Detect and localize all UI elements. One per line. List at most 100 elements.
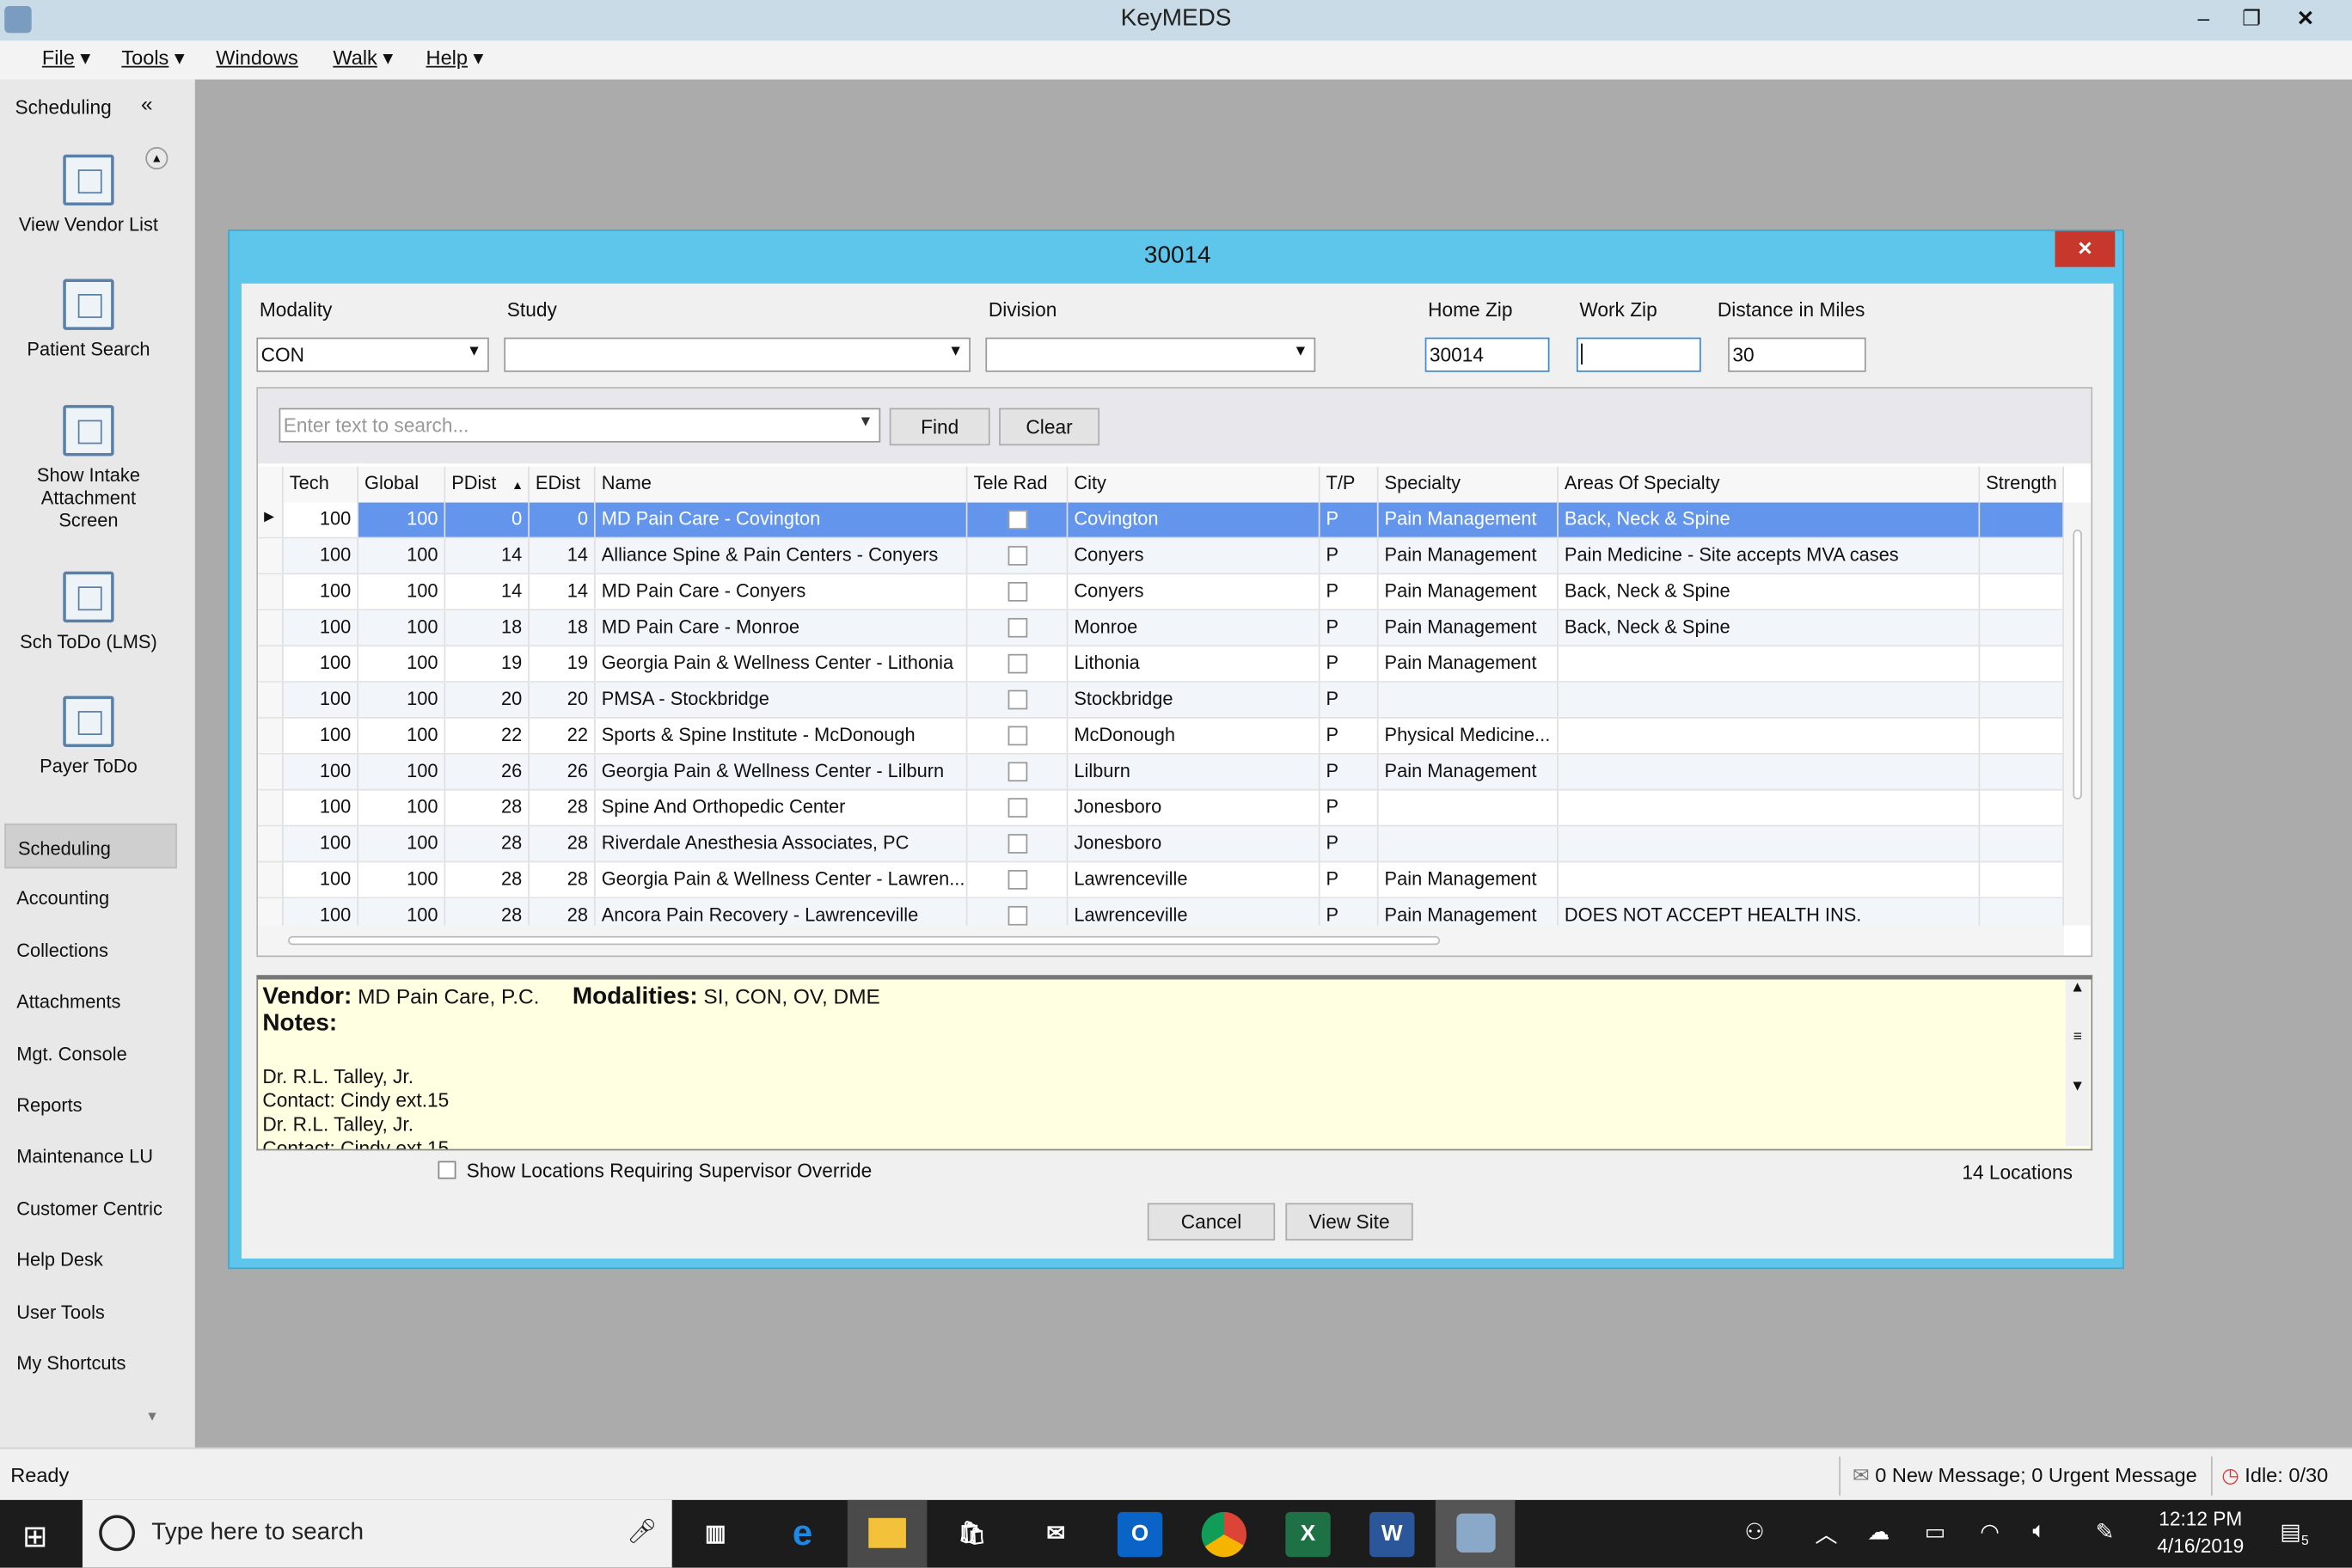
nav-help-desk[interactable]: Help Desk <box>4 1236 177 1281</box>
table-row[interactable]: 100 100 20 20 PMSA - Stockbridge Stockbridge P <box>258 682 2064 719</box>
row-selector[interactable] <box>258 646 284 682</box>
volume-icon[interactable]: 🔈︎ <box>2032 1518 2046 1544</box>
table-row[interactable]: 100 100 22 22 Sports & Spine Institute - McD… <box>258 718 2064 755</box>
table-row[interactable]: 100 100 28 28 Riverdale Anesthesia Associate… <box>258 826 2064 863</box>
nav-customer-centric[interactable]: Customer Centric <box>4 1185 177 1229</box>
collapse-sidebar-icon[interactable]: « <box>141 91 153 115</box>
action-center-icon[interactable]: ▤5 <box>2280 1518 2309 1548</box>
study-select[interactable]: ▼ <box>504 337 971 372</box>
override-checkbox[interactable] <box>438 1161 456 1179</box>
tele-rad-checkbox[interactable] <box>1007 546 1027 566</box>
row-selector[interactable] <box>258 826 284 861</box>
notes-scrollbar[interactable]: ▲ ≡ ▼ <box>2065 979 2090 1147</box>
taskbar-search-box[interactable]: Type here to search 🎤︎ <box>82 1499 672 1568</box>
tele-rad-checkbox[interactable] <box>1007 870 1027 890</box>
column-header-strength[interactable]: Strength <box>1980 466 2064 503</box>
tele-rad-checkbox[interactable] <box>1007 762 1027 782</box>
table-row[interactable]: 100 100 18 18 MD Pain Care - Monroe Monroe P Pa… <box>258 610 2064 647</box>
modality-select[interactable]: CON ▼ <box>256 337 489 372</box>
menu-file[interactable]: File ▾ <box>42 46 90 70</box>
row-selector[interactable] <box>258 790 284 825</box>
column-header-tech[interactable]: Tech <box>283 466 359 503</box>
column-header-edist[interactable]: EDist <box>529 466 596 503</box>
nav-scheduling[interactable]: Scheduling <box>4 823 177 869</box>
column-header-name[interactable]: Name <box>595 466 968 503</box>
distance-input[interactable]: 30 <box>1728 337 1866 372</box>
task-view-icon[interactable]: ▥ <box>693 1512 738 1557</box>
work-zip-input[interactable] <box>1576 337 1701 372</box>
table-row[interactable]: 100 100 28 28 Spine And Orthopedic Center Jon… <box>258 790 2064 827</box>
pen-icon[interactable]: ✎ <box>2096 1518 2115 1546</box>
close-button[interactable]: ✕ <box>2280 0 2331 36</box>
restore-button[interactable]: ❐ <box>2226 0 2276 36</box>
messages-status[interactable]: ✉ 0 New Message; 0 Urgent Message <box>1839 1456 2208 1496</box>
column-header-specialty[interactable]: Specialty <box>1378 466 1559 503</box>
clear-button[interactable]: Clear <box>999 407 1100 446</box>
tele-rad-checkbox[interactable] <box>1007 834 1027 854</box>
file-explorer-app[interactable] <box>847 1499 928 1568</box>
tele-rad-checkbox[interactable] <box>1007 510 1027 530</box>
table-row[interactable]: 100 100 14 14 MD Pain Care - Conyers Conyers P… <box>258 574 2064 611</box>
column-header-t-p[interactable]: T/P <box>1320 466 1379 503</box>
column-header-areas-of-specialty[interactable]: Areas Of Specialty <box>1558 466 1981 503</box>
row-selector[interactable]: ▶ <box>258 502 284 537</box>
outlook-icon[interactable]: O <box>1117 1511 1163 1558</box>
table-row[interactable]: 100 100 28 28 Georgia Pain & Wellness Center… <box>258 862 2064 899</box>
nav-user-tools[interactable]: User Tools <box>4 1288 177 1332</box>
nav-collections[interactable]: Collections <box>4 927 177 971</box>
patient-search-button[interactable]: Patient Search <box>0 279 177 362</box>
menu-tools[interactable]: Tools ▾ <box>121 46 184 70</box>
row-selector[interactable] <box>258 862 284 897</box>
dialog-close-button[interactable]: ✕ <box>2055 230 2116 267</box>
scroll-thumb[interactable] <box>2073 529 2082 800</box>
table-row[interactable]: 100 100 26 26 Georgia Pain & Wellness Center… <box>258 754 2064 791</box>
nav-my-shortcuts[interactable]: My Shortcuts <box>4 1339 177 1384</box>
row-selector[interactable] <box>258 538 284 573</box>
tele-rad-checkbox[interactable] <box>1007 726 1027 746</box>
nav-maintenance-lu[interactable]: Maintenance LU <box>4 1133 177 1178</box>
cancel-button[interactable]: Cancel <box>1147 1203 1276 1241</box>
menu-windows[interactable]: Windows <box>216 46 298 69</box>
grid-search-input[interactable]: Enter text to search... ▼ <box>279 407 881 443</box>
chrome-icon[interactable] <box>1201 1511 1247 1558</box>
word-icon[interactable]: W <box>1369 1511 1415 1558</box>
mail-icon[interactable]: ✉ <box>1033 1512 1078 1557</box>
tele-rad-checkbox[interactable] <box>1007 617 1027 638</box>
nav-attachments[interactable]: Attachments <box>4 978 177 1023</box>
row-selector[interactable] <box>258 610 284 646</box>
view-vendor-list-button[interactable]: View Vendor List <box>0 154 177 237</box>
start-windows-icon[interactable]: ⊞ <box>22 1518 47 1556</box>
table-row[interactable]: 100 100 14 14 Alliance Spine & Pain Centers … <box>258 538 2064 575</box>
row-selector[interactable] <box>258 574 284 609</box>
row-selector[interactable] <box>258 682 284 718</box>
show-hidden-icons[interactable]: ︿ <box>1815 1518 1837 1550</box>
column-header-global[interactable]: Global <box>358 466 446 503</box>
store-icon[interactable]: 🛍︎ <box>950 1512 995 1557</box>
payer-todo-button[interactable]: Payer ToDo <box>0 695 177 779</box>
tele-rad-checkbox[interactable] <box>1007 689 1027 710</box>
minimize-button[interactable]: – <box>2178 0 2229 36</box>
microphone-icon[interactable]: 🎤︎ <box>627 1516 657 1547</box>
view-site-button[interactable]: View Site <box>1285 1203 1413 1241</box>
onedrive-icon[interactable]: ☁ <box>1867 1518 1890 1546</box>
nav-overflow-icon[interactable]: ▼ <box>145 1408 159 1423</box>
nav-accounting[interactable]: Accounting <box>4 875 177 920</box>
edge-icon[interactable]: e <box>780 1512 824 1557</box>
wifi-icon[interactable]: ◠ <box>1980 1518 2000 1546</box>
row-selector[interactable] <box>258 718 284 753</box>
sch-todo-button[interactable]: Sch ToDo (LMS) <box>0 571 177 654</box>
menu-help[interactable]: Help ▾ <box>426 46 484 70</box>
grid-horizontal-scrollbar[interactable] <box>258 925 2064 956</box>
show-intake-attachment-button[interactable]: Show Intake Attachment Screen <box>0 405 177 532</box>
excel-icon[interactable]: X <box>1285 1511 1331 1558</box>
tele-rad-checkbox[interactable] <box>1007 653 1027 674</box>
row-selector[interactable] <box>258 754 284 789</box>
column-header-city[interactable]: City <box>1068 466 1320 503</box>
tele-rad-checkbox[interactable] <box>1007 905 1027 926</box>
menu-walk[interactable]: Walk ▾ <box>333 46 393 70</box>
table-row[interactable]: ▶ 100 100 0 0 MD Pain Care - Covington Covingt… <box>258 502 2064 539</box>
find-button[interactable]: Find <box>889 407 990 446</box>
tele-rad-checkbox[interactable] <box>1007 582 1027 602</box>
nav-mgt-console[interactable]: Mgt. Console <box>4 1030 177 1075</box>
grid-vertical-scrollbar[interactable] <box>2063 502 2092 926</box>
